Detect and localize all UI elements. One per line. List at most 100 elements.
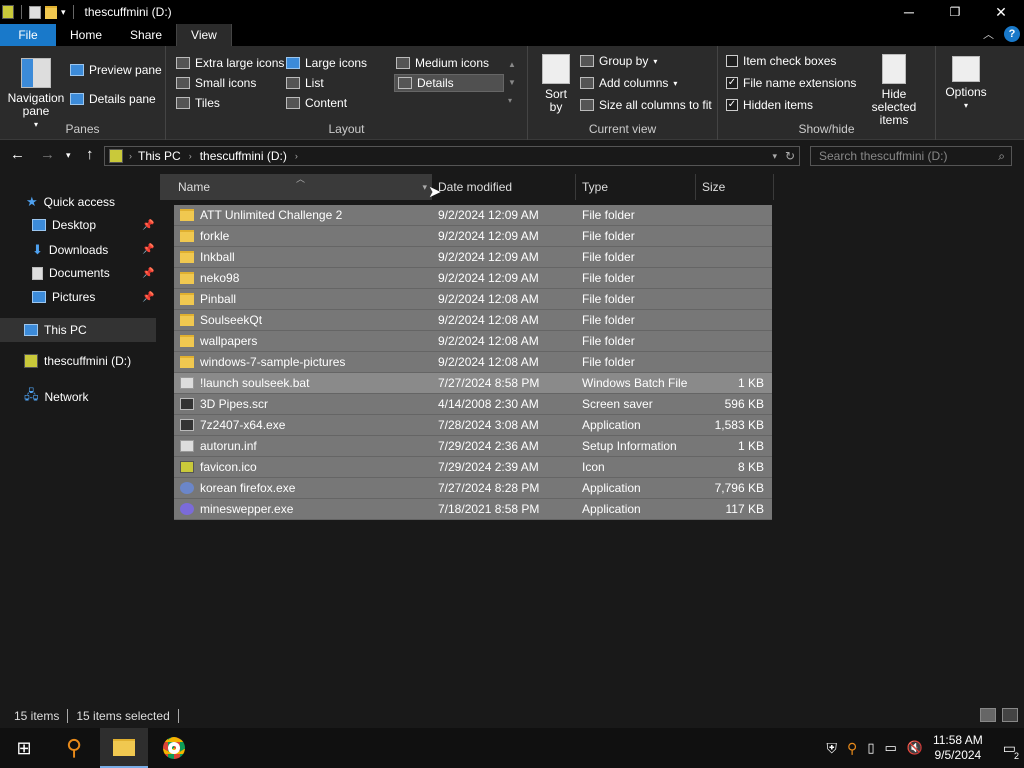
- table-row[interactable]: forkle 9/2/2024 12:09 AM File folder: [174, 226, 772, 247]
- up-arrow-icon[interactable]: ↑: [86, 146, 94, 163]
- file-name-extensions-check[interactable]: ✓: [726, 77, 738, 89]
- file-name-cell[interactable]: ATT Unlimited Challenge 2: [174, 208, 434, 222]
- file-name-cell[interactable]: 3D Pipes.scr: [174, 397, 434, 411]
- file-name-cell[interactable]: favicon.ico: [174, 460, 434, 474]
- table-row[interactable]: Inkball 9/2/2024 12:09 AM File folder: [174, 247, 772, 268]
- file-name-cell[interactable]: Inkball: [174, 250, 434, 264]
- layout-tiles[interactable]: Tiles: [176, 96, 220, 110]
- nav-desktop[interactable]: Desktop: [32, 218, 96, 232]
- item-check-boxes-checkbox[interactable]: Item check boxes: [726, 54, 836, 68]
- network-tray-icon[interactable]: ▭: [884, 740, 896, 756]
- table-row[interactable]: SoulseekQt 9/2/2024 12:08 AM File folder: [174, 310, 772, 331]
- nav-quick-access[interactable]: ★ Quick access: [26, 194, 115, 210]
- column-filter-chevron-icon[interactable]: ▾: [422, 182, 427, 193]
- options-button[interactable]: Options ▾: [940, 56, 992, 112]
- file-name-extensions-checkbox[interactable]: ✓ File name extensions: [726, 76, 856, 90]
- breadcrumb-this-pc[interactable]: This PC: [138, 149, 181, 163]
- pin-icon[interactable]: 📌: [142, 268, 154, 279]
- file-name-cell[interactable]: !launch soulseek.bat: [174, 376, 434, 390]
- table-row[interactable]: 3D Pipes.scr 4/14/2008 2:30 AM Screen save…: [174, 394, 772, 415]
- pin-icon[interactable]: 📌: [142, 244, 154, 255]
- file-name-cell[interactable]: forkle: [174, 229, 434, 243]
- table-row[interactable]: mineswepper.exe 7/18/2021 8:58 PM Applicat…: [174, 499, 772, 520]
- details-view-icon[interactable]: [980, 708, 996, 722]
- preview-pane-button[interactable]: Preview pane: [70, 63, 162, 77]
- large-icons-view-icon[interactable]: [1002, 708, 1018, 722]
- chevron-right-icon[interactable]: ›: [295, 151, 298, 161]
- layout-large-icons[interactable]: Large icons: [286, 56, 367, 70]
- usb-icon[interactable]: ▯: [867, 740, 874, 756]
- column-header-size[interactable]: Size: [696, 174, 774, 200]
- table-row[interactable]: 7z2407-x64.exe 7/28/2024 3:08 AM Applicati…: [174, 415, 772, 436]
- nav-downloads[interactable]: ⬇ Downloads: [32, 242, 108, 258]
- table-row[interactable]: korean firefox.exe 7/27/2024 8:28 PM Appli…: [174, 478, 772, 499]
- recent-locations-chevron-icon[interactable]: ▾: [66, 150, 71, 161]
- refresh-icon[interactable]: ↻: [785, 149, 795, 163]
- tab-view[interactable]: View: [176, 24, 232, 46]
- tab-share[interactable]: Share: [116, 24, 176, 46]
- new-folder-icon[interactable]: [45, 5, 57, 19]
- address-bar[interactable]: › This PC › thescuffmini (D:) › ▾ ↻: [104, 146, 800, 166]
- help-icon[interactable]: ?: [1004, 26, 1020, 42]
- table-row[interactable]: neko98 9/2/2024 12:09 AM File folder: [174, 268, 772, 289]
- file-name-cell[interactable]: neko98: [174, 271, 434, 285]
- minimize-button[interactable]: ─: [886, 0, 932, 24]
- file-name-cell[interactable]: SoulseekQt: [174, 313, 434, 327]
- search-input[interactable]: Search thescuffmini (D:) ⌕: [810, 146, 1012, 166]
- tab-file[interactable]: File: [0, 24, 56, 46]
- search-tray-icon[interactable]: ⚲: [847, 740, 857, 757]
- nav-pictures[interactable]: Pictures: [32, 290, 95, 304]
- pin-icon[interactable]: 📌: [142, 220, 154, 231]
- file-name-cell[interactable]: korean firefox.exe: [174, 481, 434, 495]
- file-name-cell[interactable]: Pinball: [174, 292, 434, 306]
- table-row[interactable]: favicon.ico 7/29/2024 2:39 AM Icon 8 KB: [174, 457, 772, 478]
- tab-home[interactable]: Home: [56, 24, 116, 46]
- group-by-button[interactable]: Group by ▾: [580, 54, 657, 68]
- breadcrumb-drive[interactable]: thescuffmini (D:): [200, 149, 287, 163]
- file-name-cell[interactable]: mineswepper.exe: [174, 502, 434, 516]
- size-all-columns-button[interactable]: Size all columns to fit: [580, 98, 712, 112]
- nav-documents[interactable]: Documents: [32, 266, 110, 280]
- column-header-date[interactable]: Date modified: [432, 174, 576, 200]
- item-check-boxes-check[interactable]: [726, 55, 738, 67]
- volume-muted-icon[interactable]: 🔇: [907, 740, 923, 756]
- table-row[interactable]: !launch soulseek.bat 7/27/2024 8:58 PM Win…: [174, 373, 772, 394]
- column-header-type[interactable]: Type: [576, 174, 696, 200]
- security-shield-icon[interactable]: ⛨: [827, 740, 838, 757]
- file-name-cell[interactable]: 7z2407-x64.exe: [174, 418, 434, 432]
- file-explorer-taskbar-button[interactable]: [100, 728, 148, 768]
- nav-drive[interactable]: thescuffmini (D:): [24, 354, 131, 368]
- details-pane-button[interactable]: Details pane: [70, 92, 156, 106]
- chevron-right-icon[interactable]: ›: [189, 151, 192, 161]
- sort-by-button[interactable]: Sort by: [538, 54, 574, 114]
- clock[interactable]: 11:58 AM 9/5/2024: [933, 733, 983, 763]
- chevron-right-icon[interactable]: ›: [129, 151, 132, 161]
- layout-details[interactable]: Details: [394, 74, 504, 92]
- table-row[interactable]: autorun.inf 7/29/2024 2:36 AM Setup Inform…: [174, 436, 772, 457]
- table-row[interactable]: ATT Unlimited Challenge 2 9/2/2024 12:09 …: [174, 205, 772, 226]
- column-header-name[interactable]: Name ︿ ▾: [160, 174, 432, 200]
- pin-icon[interactable]: 📌: [142, 292, 154, 303]
- back-arrow-icon[interactable]: ←: [10, 146, 25, 163]
- chrome-taskbar-button[interactable]: [150, 728, 198, 768]
- file-name-cell[interactable]: windows-7-sample-pictures: [174, 355, 434, 369]
- hide-selected-items-button[interactable]: Hide selected items: [858, 54, 930, 127]
- close-button[interactable]: ✕: [978, 0, 1024, 24]
- maximize-button[interactable]: ❐: [932, 0, 978, 24]
- layout-small-icons[interactable]: Small icons: [176, 76, 256, 90]
- add-columns-button[interactable]: Add columns ▾: [580, 76, 677, 90]
- search-taskbar-button[interactable]: ⚲: [50, 728, 98, 768]
- nav-this-pc[interactable]: This PC: [0, 318, 156, 342]
- file-name-cell[interactable]: autorun.inf: [174, 439, 434, 453]
- chevron-down-icon[interactable]: ▾: [61, 7, 66, 18]
- forward-arrow-icon[interactable]: →: [40, 146, 55, 163]
- layout-content[interactable]: Content: [286, 96, 347, 110]
- nav-network[interactable]: 🖧 Network: [24, 386, 89, 408]
- properties-icon[interactable]: [29, 5, 41, 19]
- table-row[interactable]: Pinball 9/2/2024 12:08 AM File folder: [174, 289, 772, 310]
- layout-medium-icons[interactable]: Medium icons: [396, 56, 489, 70]
- layout-scroll[interactable]: ▲ ▼ ▾: [508, 56, 516, 110]
- hidden-items-checkbox[interactable]: ✓ Hidden items: [726, 98, 813, 112]
- file-name-cell[interactable]: wallpapers: [174, 334, 434, 348]
- layout-list[interactable]: List: [286, 76, 324, 90]
